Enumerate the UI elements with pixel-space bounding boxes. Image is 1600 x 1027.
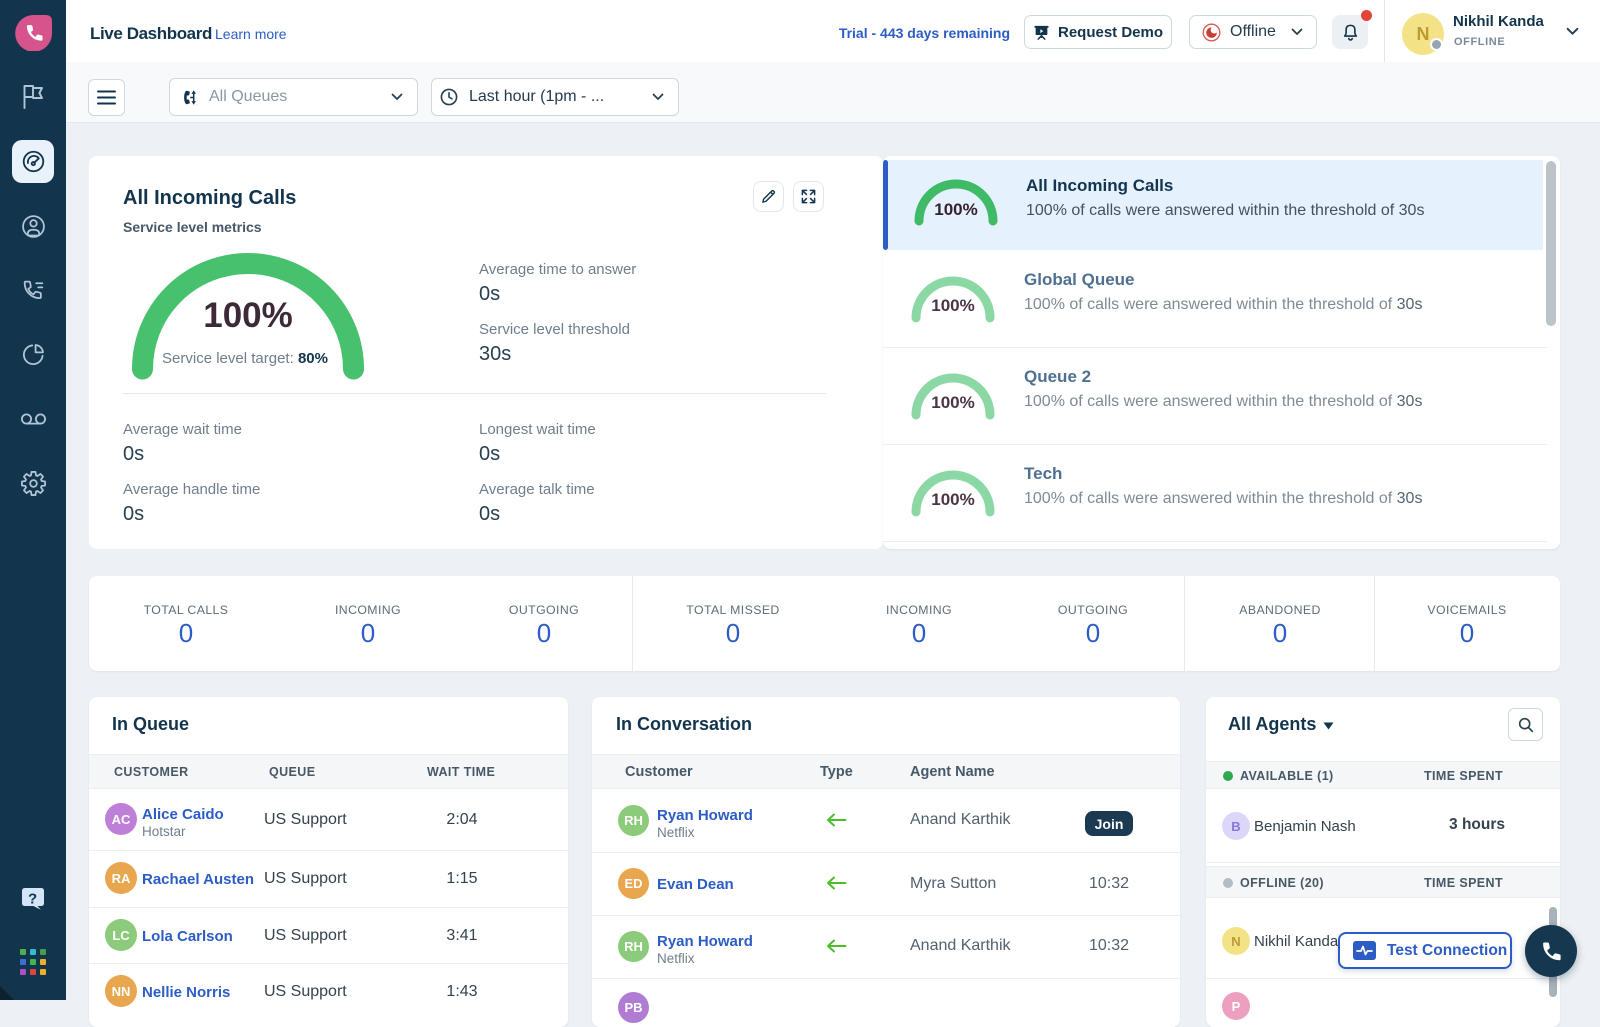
svg-text:?: ?: [28, 891, 37, 908]
